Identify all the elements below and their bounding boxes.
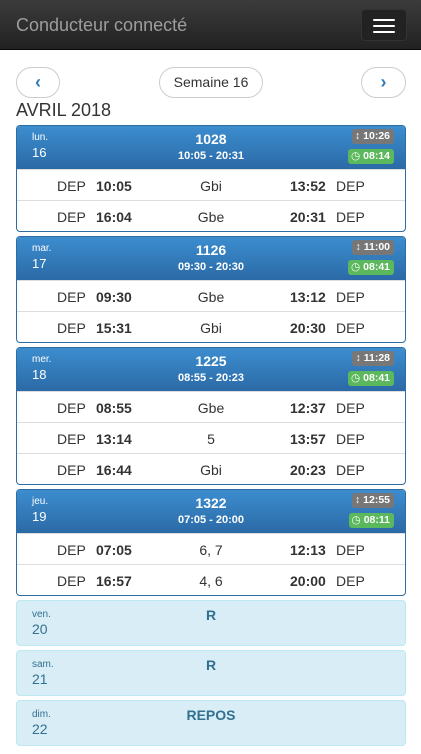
service-time-range: 08:55 - 20:23: [177, 372, 245, 384]
clock-icon: ◷: [350, 372, 361, 384]
duty-row[interactable]: DEP 10:05 Gbi 13:52 DEP: [17, 169, 405, 200]
arrival-place: DEP: [336, 431, 365, 447]
pause-badge: ◷ 08:14: [347, 149, 394, 164]
service-number: 1028: [195, 131, 227, 147]
hamburger-icon-bar: [373, 31, 395, 33]
duty-row[interactable]: DEP 07:05 6, 7 12:13 DEP: [17, 533, 405, 564]
arrival-place: DEP: [336, 209, 365, 225]
pause-value: 08:41: [363, 372, 390, 384]
navbar: Conducteur connecté: [0, 0, 421, 50]
arrival-place: DEP: [336, 542, 365, 558]
vertical-arrows-icon: ↕: [355, 352, 361, 364]
end-time: 13:57: [290, 431, 326, 447]
day-panel-header[interactable]: jeu. 19 1322 07:05 - 20:00 ↕ 12:55 ◷ 08:11: [17, 490, 405, 533]
duty-row[interactable]: DEP 08:55 Gbe 12:37 DEP: [17, 391, 405, 422]
duty-row[interactable]: DEP 13:14 5 13:57 DEP: [17, 422, 405, 453]
amplitude-value: 11:28: [363, 352, 390, 364]
end-time: 13:52: [290, 178, 326, 194]
rest-label: REPOS: [186, 707, 236, 723]
amplitude-value: 12:55: [363, 494, 390, 506]
end-time: 20:31: [290, 209, 326, 225]
pause-badge: ◷ 08:11: [348, 513, 394, 528]
vertical-arrows-icon: ↕: [354, 494, 361, 506]
vertical-arrows-icon: ↕: [354, 130, 361, 142]
day-number: 20: [32, 621, 48, 637]
day-panel[interactable]: lun. 16 1028 10:05 - 20:31 ↕ 10:26 ◷ 08:14 DEP 10…: [16, 125, 406, 232]
amplitude-badge: ↕ 10:26: [351, 129, 394, 144]
current-week-button[interactable]: Semaine 16: [159, 67, 263, 98]
end-time: 12:13: [290, 542, 326, 558]
pause-value: 08:41: [363, 261, 390, 273]
chevron-right-icon: ›: [380, 72, 387, 92]
previous-week-button[interactable]: ‹: [16, 67, 60, 98]
day-panel[interactable]: jeu. 19 1322 07:05 - 20:00 ↕ 12:55 ◷ 08:11 DEP 07…: [16, 489, 406, 596]
rest-label: R: [205, 657, 217, 673]
duty-row[interactable]: DEP 16:57 4, 6 20:00 DEP: [17, 564, 405, 595]
arrival-place: DEP: [336, 573, 365, 589]
amplitude-badge: ↕ 12:55: [351, 493, 394, 508]
next-week-button[interactable]: ›: [361, 67, 406, 98]
day-panel[interactable]: mar. 17 1126 09:30 - 20:30 ↕ 11:00 ◷ 08:41 DEP 09…: [16, 236, 406, 343]
clock-icon: ◷: [350, 261, 361, 273]
service-time-range: 07:05 - 20:00: [177, 514, 245, 526]
clock-icon: ◷: [350, 150, 361, 162]
hamburger-icon-bar: [373, 25, 395, 27]
day-panel-header[interactable]: mar. 17 1126 09:30 - 20:30 ↕ 11:00 ◷ 08:41: [17, 237, 405, 280]
rest-day-panel[interactable]: sam. 21 R: [16, 650, 406, 696]
service-number: 1126: [195, 242, 227, 258]
rest-label: R: [205, 607, 217, 623]
arrival-place: DEP: [336, 400, 365, 416]
pause-badge: ◷ 08:41: [347, 371, 394, 386]
day-panel[interactable]: mer. 18 1225 08:55 - 20:23 ↕ 11:28 ◷ 08:41 DEP 08…: [16, 347, 406, 485]
duty-row[interactable]: DEP 09:30 Gbe 13:12 DEP: [17, 280, 405, 311]
service-number: 1322: [195, 495, 227, 511]
service-time-range: 09:30 - 20:30: [177, 261, 245, 273]
duty-row[interactable]: DEP 16:44 Gbi 20:23 DEP: [17, 453, 405, 484]
amplitude-value: 11:00: [363, 241, 390, 253]
amplitude-value: 10:26: [363, 130, 390, 142]
duty-row[interactable]: DEP 16:04 Gbe 20:31 DEP: [17, 200, 405, 231]
end-time: 20:30: [290, 320, 326, 336]
arrival-place: DEP: [336, 289, 365, 305]
end-time: 13:12: [290, 289, 326, 305]
day-number: 21: [32, 671, 48, 687]
amplitude-badge: ↕ 11:28: [352, 351, 394, 366]
arrival-place: DEP: [336, 462, 365, 478]
day-panel-header[interactable]: mer. 18 1225 08:55 - 20:23 ↕ 11:28 ◷ 08:41: [17, 348, 405, 391]
arrival-place: DEP: [336, 320, 365, 336]
service-number: 1225: [195, 353, 227, 369]
duty-row[interactable]: DEP 15:31 Gbi 20:30 DEP: [17, 311, 405, 342]
rest-day-panel[interactable]: dim. 22 REPOS: [16, 700, 406, 746]
pause-badge: ◷ 08:41: [347, 260, 394, 275]
arrival-place: DEP: [336, 178, 365, 194]
end-time: 12:37: [290, 400, 326, 416]
clock-icon: ◷: [351, 514, 361, 526]
end-time: 20:23: [290, 462, 326, 478]
amplitude-badge: ↕ 11:00: [352, 240, 394, 255]
day-panel-header[interactable]: lun. 16 1028 10:05 - 20:31 ↕ 10:26 ◷ 08:14: [17, 126, 405, 169]
end-time: 20:00: [290, 573, 326, 589]
pause-value: 08:14: [363, 150, 390, 162]
menu-toggle-button[interactable]: [361, 9, 407, 41]
vertical-arrows-icon: ↕: [355, 241, 361, 253]
chevron-left-icon: ‹: [35, 72, 41, 92]
rest-day-panel[interactable]: ven. 20 R: [16, 600, 406, 646]
service-time-range: 10:05 - 20:31: [177, 150, 245, 162]
hamburger-icon: [373, 19, 395, 21]
pause-value: 08:11: [363, 514, 390, 526]
month-title: AVRIL 2018: [16, 100, 112, 120]
app-title[interactable]: Conducteur connecté: [16, 15, 187, 36]
day-number: 22: [32, 721, 48, 737]
